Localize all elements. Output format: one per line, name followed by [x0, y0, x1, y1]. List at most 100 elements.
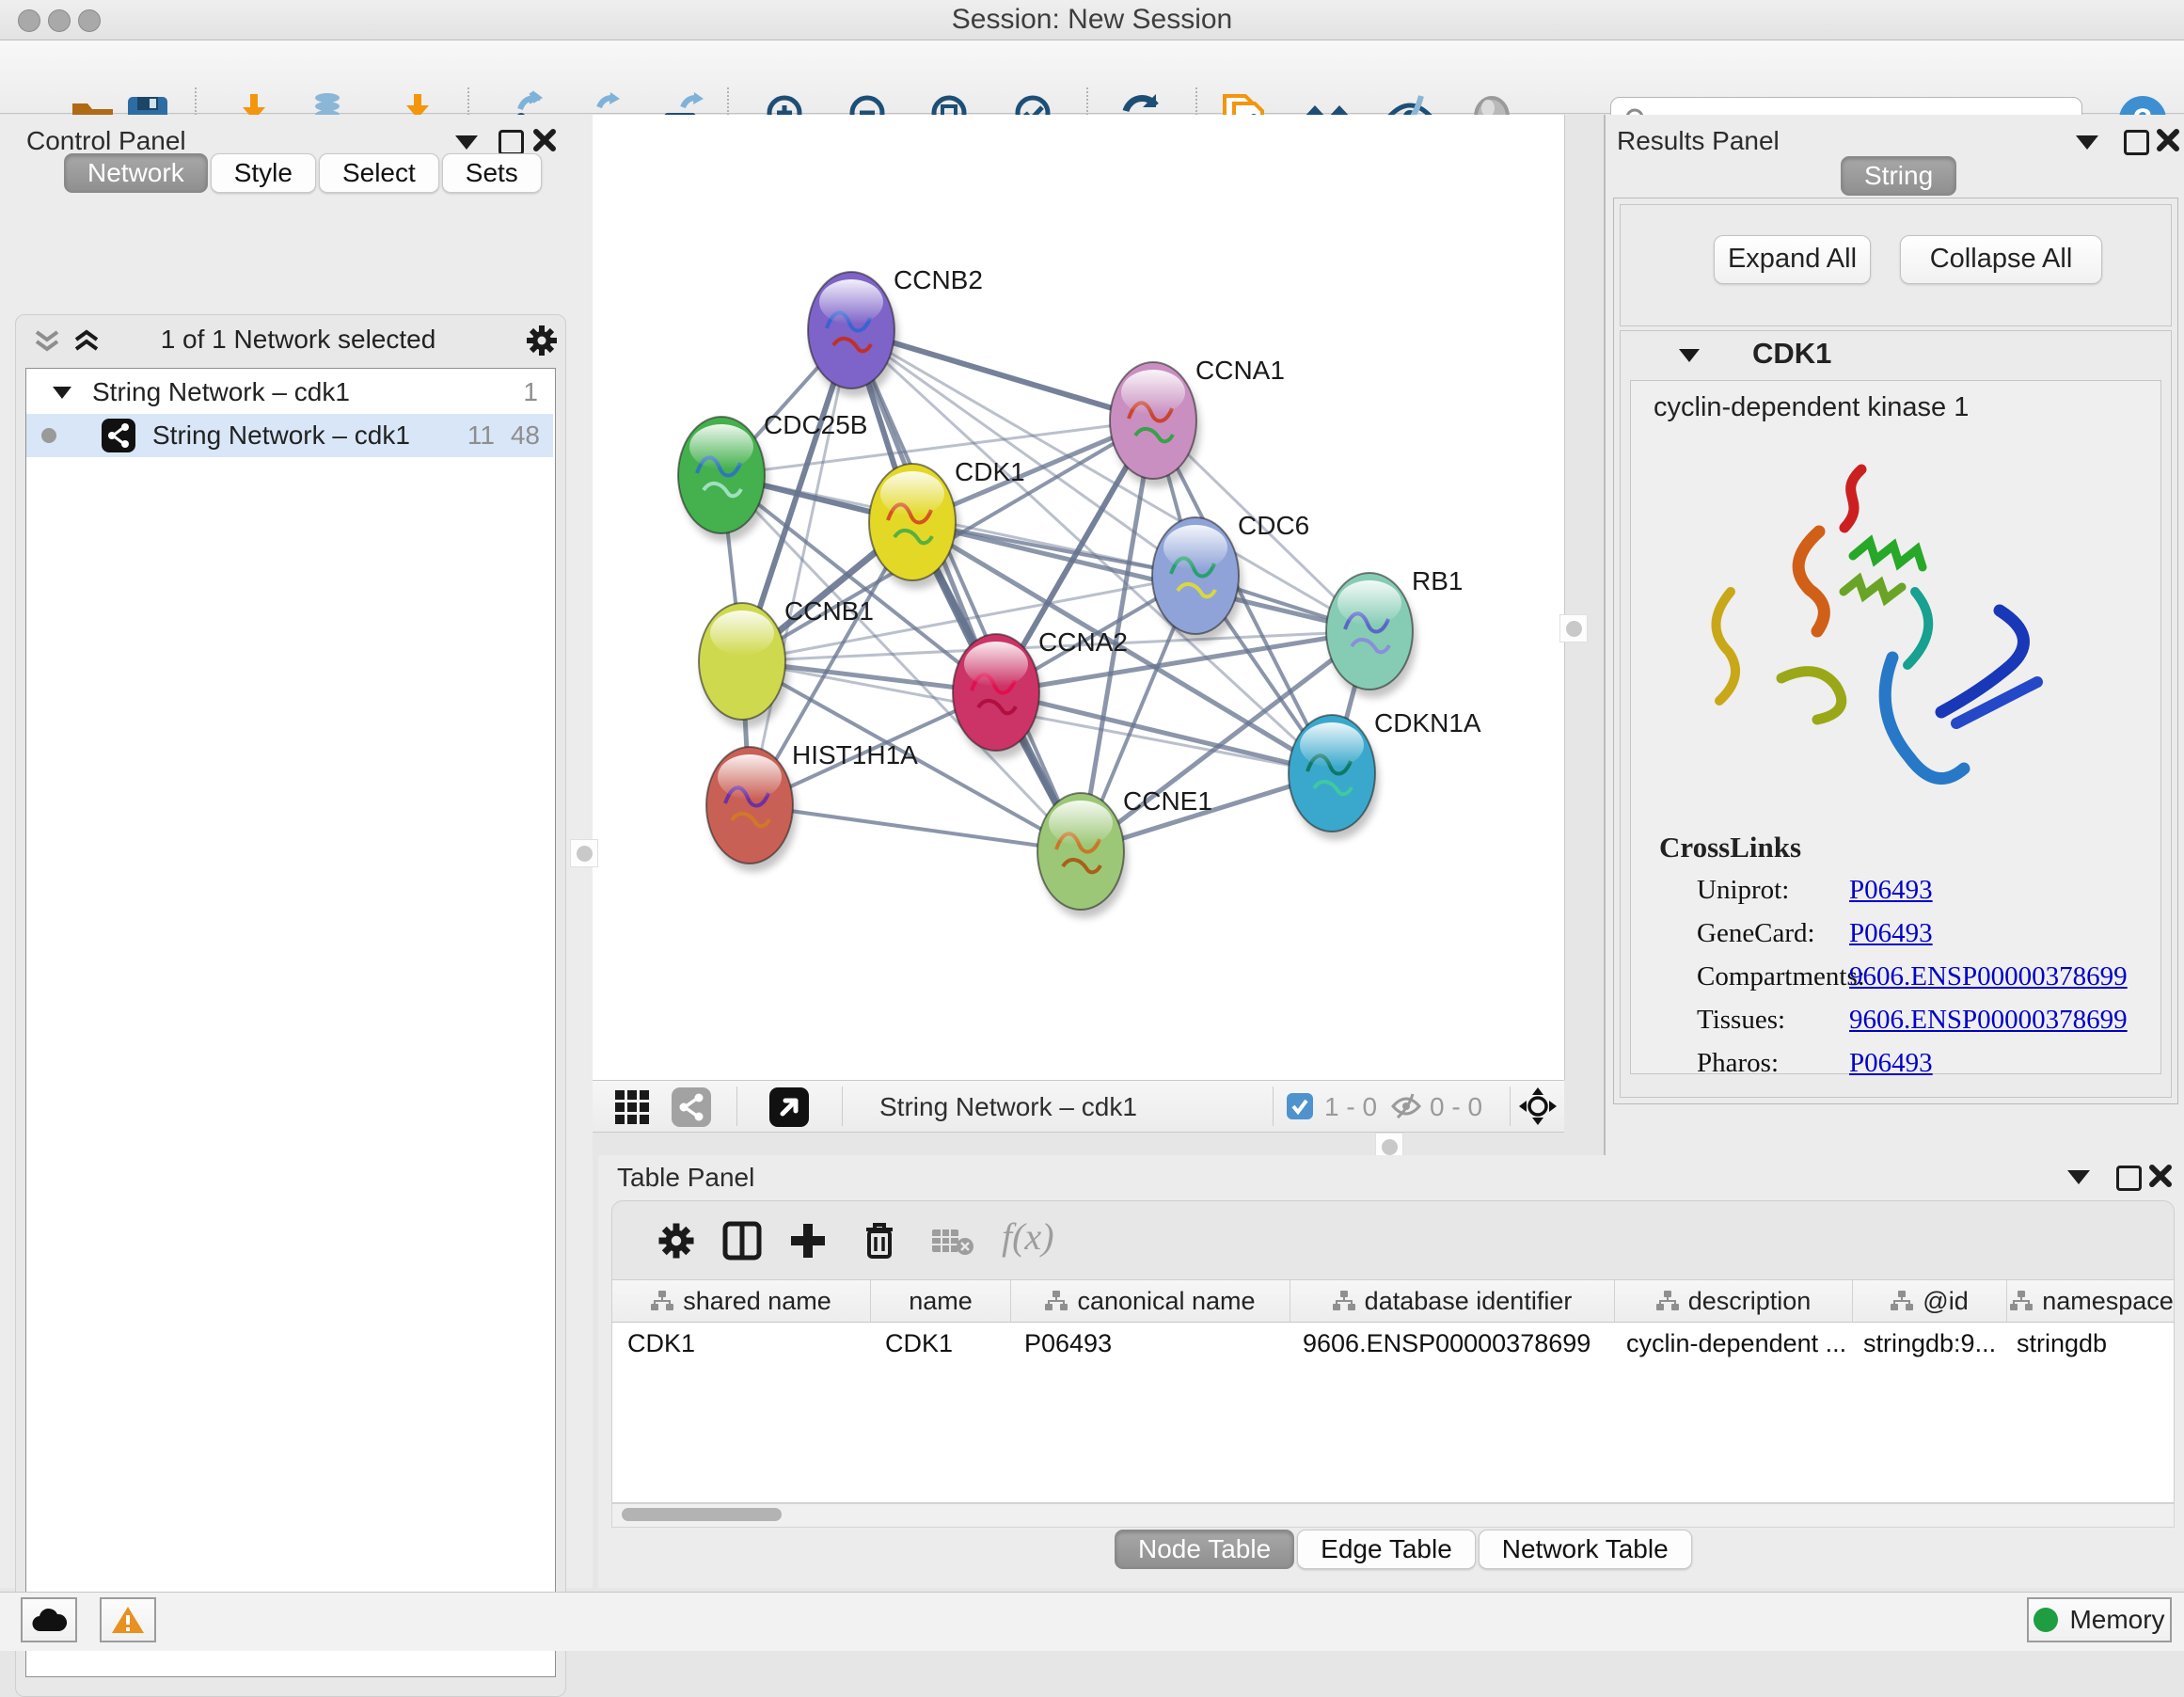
- protein-node-CDC25B[interactable]: CDC25B: [678, 410, 867, 542]
- section-collapse-caret-icon[interactable]: [1677, 346, 1701, 370]
- cloud-status-button[interactable]: [21, 1597, 77, 1642]
- tab-node-table[interactable]: Node Table: [1115, 1530, 1294, 1569]
- cdk1-section-header[interactable]: CDK1: [1621, 331, 2171, 378]
- column-header--id[interactable]: @id: [1853, 1280, 2007, 1322]
- network-collection-row[interactable]: String Network – cdk1 1: [26, 371, 553, 414]
- table-cell[interactable]: stringdb:9...: [1848, 1323, 2002, 1364]
- table-cell[interactable]: cyclin-dependent ...: [1611, 1323, 1848, 1364]
- delete-column-icon[interactable]: [859, 1218, 900, 1266]
- crosslink-value-link[interactable]: P06493: [1849, 875, 1933, 906]
- tab-network-table[interactable]: Network Table: [1479, 1530, 1692, 1569]
- results-panel-float-icon[interactable]: [2124, 130, 2149, 155]
- table-panel-float-icon[interactable]: [2116, 1166, 2142, 1191]
- collapse-all-networks-icon[interactable]: [31, 326, 63, 361]
- network-view-toolbar: String Network – cdk1 1 - 0 0 - 0: [593, 1080, 1564, 1133]
- crosslink-value-link[interactable]: P06493: [1849, 918, 1933, 949]
- column-header-namespace[interactable]: namespace: [2007, 1280, 2175, 1322]
- tab-network[interactable]: Network: [64, 153, 208, 193]
- detach-view-icon[interactable]: [769, 1087, 809, 1127]
- tab-select[interactable]: Select: [319, 153, 439, 193]
- column-header-database-identifier[interactable]: database identifier: [1290, 1280, 1615, 1322]
- left-splitter-handle[interactable]: [570, 839, 598, 867]
- selected-checkbox-icon[interactable]: [1286, 1092, 1314, 1125]
- table-horizontal-scrollbar[interactable]: [611, 1503, 2175, 1528]
- crosslink-value-link[interactable]: P06493: [1849, 1048, 1933, 1079]
- tab-style[interactable]: Style: [211, 153, 316, 193]
- column-header-description[interactable]: description: [1615, 1280, 1853, 1322]
- string-network-graph[interactable]: CCNB2CCNA1CDC25BCDK1CDC6RB1CCNB1CCNA2CDK…: [593, 115, 1564, 1080]
- column-type-icon: [651, 1291, 673, 1311]
- collapse-all-button[interactable]: Collapse All: [1900, 235, 2102, 284]
- network-tab-content: 1 of 1 Network selected String Network –…: [15, 314, 566, 1697]
- column-header-shared-name[interactable]: shared name: [612, 1280, 871, 1322]
- protein-node-CDC6[interactable]: CDC6: [1152, 511, 1309, 642]
- crosslink-value-link[interactable]: 9606.ENSP00000378699: [1849, 961, 2128, 992]
- network-view-canvas[interactable]: CCNB2CCNA1CDC25BCDK1CDC6RB1CCNB1CCNA2CDK…: [593, 115, 1565, 1080]
- protein-node-CCNB2[interactable]: CCNB2: [808, 265, 983, 397]
- node-label-CCNE1: CCNE1: [1123, 786, 1212, 816]
- protein-node-CDKN1A[interactable]: CDKN1A: [1289, 708, 1481, 840]
- string-edge[interactable]: [851, 330, 1081, 851]
- string-view-icon[interactable]: [672, 1087, 711, 1127]
- table-cell[interactable]: CDK1: [870, 1323, 1009, 1364]
- results-panel-close-icon[interactable]: [2156, 128, 2180, 157]
- node-table[interactable]: shared namenamecanonical namedatabase id…: [611, 1279, 2175, 1503]
- node-label-CDC25B: CDC25B: [764, 410, 867, 439]
- toolbar-separator: [736, 1086, 737, 1126]
- table-cell[interactable]: P06493: [1009, 1323, 1288, 1364]
- protein-node-CDK1[interactable]: CDK1: [869, 457, 1025, 589]
- collection-count: 1: [523, 371, 538, 414]
- control-panel-collapse-icon[interactable]: [455, 135, 478, 150]
- hidden-eye-icon[interactable]: [1390, 1092, 1422, 1125]
- memory-status-dot: [2034, 1608, 2058, 1632]
- string-network-icon: [102, 419, 135, 452]
- protein-node-CCNA1[interactable]: CCNA1: [1110, 356, 1285, 487]
- crosslink-label: Compartments:: [1697, 961, 1865, 992]
- protein-node-CCNE1[interactable]: CCNE1: [1037, 786, 1212, 918]
- control-panel-float-icon[interactable]: [499, 130, 524, 155]
- table-row[interactable]: CDK1CDK1P064939606.ENSP00000378699cyclin…: [612, 1323, 2174, 1364]
- show-columns-icon[interactable]: [721, 1220, 763, 1266]
- warnings-button[interactable]: [100, 1597, 156, 1642]
- protein-node-CCNB1[interactable]: CCNB1: [699, 596, 874, 728]
- column-header-name[interactable]: name: [871, 1280, 1011, 1322]
- memory-button[interactable]: Memory: [2027, 1597, 2172, 1642]
- column-header-canonical-name[interactable]: canonical name: [1011, 1280, 1290, 1322]
- gene-name: CDK1: [1752, 337, 1831, 371]
- tab-edge-table[interactable]: Edge Table: [1297, 1530, 1476, 1569]
- string-edge[interactable]: [996, 692, 1332, 773]
- expand-all-networks-icon[interactable]: [71, 326, 103, 361]
- tab-string[interactable]: String: [1841, 156, 1956, 196]
- table-toolbar: f(x): [611, 1200, 2175, 1280]
- network-options-gear-icon[interactable]: [524, 323, 560, 363]
- birds-eye-grid-icon[interactable]: [613, 1088, 651, 1131]
- protein-structure-image: [1669, 441, 2064, 817]
- protein-node-HIST1H1A[interactable]: HIST1H1A: [706, 740, 918, 872]
- expand-all-button[interactable]: Expand All: [1714, 235, 1871, 284]
- tab-sets[interactable]: Sets: [442, 153, 542, 193]
- add-column-icon[interactable]: [787, 1220, 829, 1266]
- results-panel-collapse-icon[interactable]: [2076, 135, 2098, 150]
- node-label-CCNA1: CCNA1: [1195, 356, 1285, 385]
- crosslink-value-link[interactable]: 9606.ENSP00000378699: [1849, 1005, 2128, 1036]
- crosslinks-heading: CrossLinks: [1659, 831, 1801, 864]
- protein-node-RB1[interactable]: RB1: [1326, 566, 1463, 698]
- table-panel-title: Table Panel: [617, 1163, 754, 1193]
- control-panel-title: Control Panel: [26, 126, 186, 156]
- table-cell[interactable]: CDK1: [612, 1323, 870, 1364]
- column-type-icon: [1891, 1291, 1913, 1311]
- right-splitter-handle[interactable]: [1559, 614, 1588, 642]
- crosslink-label: Uniprot:: [1697, 875, 1789, 906]
- network-row-selected[interactable]: String Network – cdk1 11 48: [26, 414, 553, 457]
- delete-table-icon: [930, 1226, 973, 1262]
- manual-layout-crosshair-icon[interactable]: [1518, 1086, 1558, 1131]
- table-settings-gear-icon[interactable]: [656, 1220, 697, 1266]
- table-panel-collapse-icon[interactable]: [2067, 1170, 2090, 1184]
- table-panel-close-icon[interactable]: [2148, 1164, 2173, 1193]
- cloud-icon: [30, 1607, 68, 1633]
- string-edge[interactable]: [750, 805, 1081, 851]
- scrollbar-thumb[interactable]: [622, 1508, 782, 1521]
- table-cell[interactable]: 9606.ENSP00000378699: [1288, 1323, 1611, 1364]
- column-type-icon: [1045, 1291, 1068, 1311]
- table-cell[interactable]: stringdb: [2002, 1323, 2171, 1364]
